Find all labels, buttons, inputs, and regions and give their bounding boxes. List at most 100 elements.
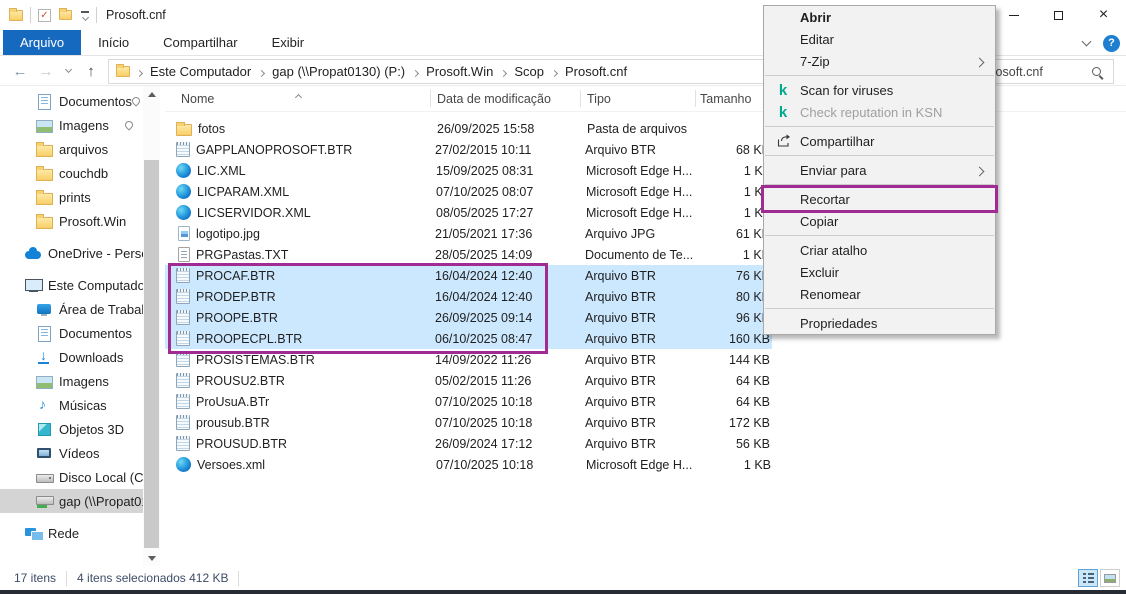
file-row-licparam-xml[interactable]: LICPARAM.XML07/10/2025 08:07Microsoft Ed… xyxy=(165,181,772,202)
menu-item-excluir[interactable]: Excluir xyxy=(764,261,995,283)
up-button[interactable]: ↑ xyxy=(78,56,104,86)
file-size: 1 KB xyxy=(699,185,771,199)
sidebar-item-downloads[interactable]: Downloads xyxy=(0,345,143,369)
menu-item-compartilhar[interactable]: Compartilhar xyxy=(764,130,995,152)
back-button[interactable]: ← xyxy=(8,56,32,86)
file-name: prousub.BTR xyxy=(196,416,435,430)
sidebar-item-rede[interactable]: Rede xyxy=(0,521,143,545)
file-row-prousu2-btr[interactable]: PROUSU2.BTR05/02/2015 11:26Arquivo BTR64… xyxy=(165,370,772,391)
file-row-versoes-xml[interactable]: Versoes.xml07/10/2025 10:18Microsoft Edg… xyxy=(165,454,772,475)
maximize-button[interactable] xyxy=(1036,0,1081,30)
menu-item-editar[interactable]: Editar xyxy=(764,28,995,50)
sidebar-item-v-deos[interactable]: Vídeos xyxy=(0,441,143,465)
pin-icon xyxy=(130,95,141,106)
column-header-tamanho[interactable]: Tamanho xyxy=(700,92,751,106)
new-folder-quick-access-icon[interactable] xyxy=(59,10,72,20)
file-row-prousud-btr[interactable]: PROUSUD.BTR26/09/2024 17:12Arquivo BTR56… xyxy=(165,433,772,454)
tab-exibir[interactable]: Exibir xyxy=(255,30,322,55)
recent-locations-button[interactable] xyxy=(60,56,76,86)
file-row-procaf-btr[interactable]: PROCAF.BTR16/04/2024 12:40Arquivo BTR76 … xyxy=(165,265,772,286)
sidebar-item-prints[interactable]: prints xyxy=(0,185,143,209)
taskbar-edge xyxy=(0,590,1126,594)
column-divider[interactable] xyxy=(430,90,431,107)
file-row-proopecpl-btr[interactable]: PROOPECPL.BTR06/10/2025 08:47Arquivo BTR… xyxy=(165,328,772,349)
file-name: ProUsuA.BTr xyxy=(196,395,435,409)
file-row-prosistemas-btr[interactable]: PROSISTEMAS.BTR14/09/2022 11:26Arquivo B… xyxy=(165,349,772,370)
file-type: Arquivo BTR xyxy=(585,353,698,367)
menu-item-recortar[interactable]: Recortar xyxy=(764,188,995,210)
tab-arquivo[interactable]: Arquivo xyxy=(3,30,81,55)
file-row-licservidor-xml[interactable]: LICSERVIDOR.XML08/05/2025 17:27Microsoft… xyxy=(165,202,772,223)
file-row-gapplanoprosoft-btr[interactable]: GAPPLANOPROSOFT.BTR27/02/2015 10:11Arqui… xyxy=(165,139,772,160)
column-divider[interactable] xyxy=(580,90,581,107)
sidebar-item-imagens[interactable]: Imagens xyxy=(0,369,143,393)
file-type: Arquivo BTR xyxy=(585,290,698,304)
divider xyxy=(238,571,239,586)
file-row-prousub-btr[interactable]: prousub.BTR07/10/2025 10:18Arquivo BTR17… xyxy=(165,412,772,433)
breadcrumb-item-scop[interactable]: Scop xyxy=(508,64,550,79)
column-header-tipo[interactable]: Tipo xyxy=(587,92,611,106)
close-button[interactable]: × xyxy=(1081,0,1126,30)
sidebar-item-este-computador[interactable]: Este Computador xyxy=(0,273,143,297)
breadcrumb-item-este-computador[interactable]: Este Computador xyxy=(144,64,257,79)
sidebar-item-prosoft-win[interactable]: Prosoft.Win xyxy=(0,209,143,233)
file-row-prousua-btr[interactable]: ProUsuA.BTr07/10/2025 10:18Arquivo BTR64… xyxy=(165,391,772,412)
scrollbar-thumb[interactable] xyxy=(144,160,159,548)
scroll-up-button[interactable] xyxy=(143,86,160,102)
sidebar-item-arquivos[interactable]: arquivos xyxy=(0,137,143,161)
sidebar-item-m-sicas[interactable]: Músicas xyxy=(0,393,143,417)
file-row-prodep-btr[interactable]: PRODEP.BTR16/04/2024 12:40Arquivo BTR80 … xyxy=(165,286,772,307)
sidebar-item-onedrive-personal[interactable]: OneDrive - Personal xyxy=(0,241,143,265)
menu-item-scan-for-viruses[interactable]: kScan for viruses xyxy=(764,79,995,101)
breadcrumb-item-prosoft-cnf[interactable]: Prosoft.cnf xyxy=(559,64,633,79)
sidebar-item-gap-propat0130-p[interactable]: gap (\\Propat0130) (P:) xyxy=(0,489,143,513)
sidebar-item-couchdb[interactable]: couchdb xyxy=(0,161,143,185)
collapse-ribbon-icon[interactable] xyxy=(1082,37,1092,47)
scroll-down-button[interactable] xyxy=(143,550,160,566)
breadcrumb-item-prosoft-win[interactable]: Prosoft.Win xyxy=(420,64,499,79)
details-view-button[interactable] xyxy=(1078,569,1098,587)
minimize-icon xyxy=(1009,15,1019,16)
sidebar-item-rea-de-trabalho[interactable]: Área de Trabalho xyxy=(0,297,143,321)
divider xyxy=(30,7,31,23)
column-divider[interactable] xyxy=(695,90,696,107)
column-header-nome[interactable]: Nome xyxy=(181,92,214,106)
sidebar-item-objetos-3d[interactable]: Objetos 3D xyxy=(0,417,143,441)
sidebar-item-label: Imagens xyxy=(59,118,109,133)
sidebar-item-imagens[interactable]: Imagens xyxy=(0,113,143,137)
menu-item-abrir[interactable]: Abrir xyxy=(764,6,995,28)
sidebar-item-disco-local-c[interactable]: Disco Local (C:) xyxy=(0,465,143,489)
menu-item-label: Compartilhar xyxy=(800,134,874,149)
column-header-data[interactable]: Data de modificação xyxy=(437,92,551,106)
tab-in-cio[interactable]: Início xyxy=(81,30,146,55)
file-size: 56 KB xyxy=(698,437,770,451)
breadcrumb-item-gap-propat0130-p[interactable]: gap (\\Propat0130) (P:) xyxy=(266,64,411,79)
file-row-logotipo-jpg[interactable]: logotipo.jpg21/05/2021 17:36Arquivo JPG6… xyxy=(165,223,772,244)
menu-item-criar-atalho[interactable]: Criar atalho xyxy=(764,239,995,261)
sidebar-item-documentos[interactable]: Documentos xyxy=(0,89,143,113)
menu-separator xyxy=(765,308,994,309)
menu-item-copiar[interactable]: Copiar xyxy=(764,210,995,232)
file-row-prgpastas-txt[interactable]: PRGPastas.TXT28/05/2025 14:09Documento d… xyxy=(165,244,772,265)
crumb-separator-icon xyxy=(259,63,264,81)
file-row-lic-xml[interactable]: LIC.XML15/09/2025 08:31Microsoft Edge H.… xyxy=(165,160,772,181)
sidebar-item-label: couchdb xyxy=(59,166,108,181)
menu-item-renomear[interactable]: Renomear xyxy=(764,283,995,305)
sidebar-item-documentos[interactable]: Documentos xyxy=(0,321,143,345)
customize-quick-access-toolbar-button[interactable] xyxy=(81,11,89,20)
properties-quick-access-icon[interactable]: ✓ xyxy=(38,9,51,22)
forward-button[interactable]: → xyxy=(34,56,58,86)
file-row-proope-btr[interactable]: PROOPE.BTR26/09/2025 09:14Arquivo BTR96 … xyxy=(165,307,772,328)
large-icons-view-button[interactable] xyxy=(1100,569,1120,587)
file-type: Arquivo JPG xyxy=(585,227,698,241)
tab-compartilhar[interactable]: Compartilhar xyxy=(146,30,254,55)
file-row-fotos[interactable]: fotos26/09/2025 15:58Pasta de arquivos xyxy=(165,118,772,139)
help-button[interactable]: ? xyxy=(1103,35,1120,52)
menu-item-enviar-para[interactable]: Enviar para xyxy=(764,159,995,181)
txt-icon xyxy=(178,247,190,262)
menu-item-7-zip[interactable]: 7-Zip xyxy=(764,50,995,72)
menu-item-propriedades[interactable]: Propriedades xyxy=(764,312,995,334)
sidebar-scrollbar[interactable] xyxy=(143,86,160,566)
sidebar-group: Rede xyxy=(0,521,143,545)
minimize-button[interactable] xyxy=(991,0,1036,30)
